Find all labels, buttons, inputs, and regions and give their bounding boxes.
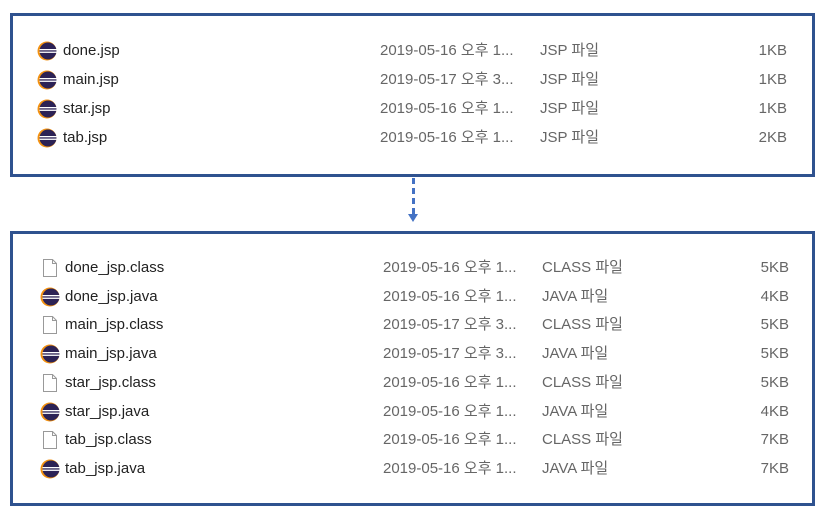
file-name: star_jsp.java <box>65 402 150 420</box>
file-date: 2019-05-16 오후 1... <box>383 373 517 391</box>
file-icon <box>40 315 60 335</box>
file-row[interactable]: star.jsp 2019-05-16 오후 1... JSP 파일 1KB <box>13 95 812 123</box>
file-date: 2019-05-16 오후 1... <box>380 129 514 146</box>
file-row[interactable]: tab_jsp.java 2019-05-16 오후 1... JAVA 파일 … <box>13 455 812 483</box>
file-date: 2019-05-17 오후 3... <box>383 345 517 363</box>
file-icon <box>40 373 60 393</box>
file-row[interactable]: star_jsp.class 2019-05-16 오후 1... CLASS … <box>13 369 812 397</box>
file-type: JAVA 파일 <box>542 287 609 305</box>
file-date: 2019-05-17 오후 3... <box>383 316 517 334</box>
eclipse-icon <box>40 459 60 479</box>
file-type: JSP 파일 <box>540 100 600 117</box>
file-date: 2019-05-17 오후 3... <box>380 71 514 88</box>
file-size: 5KB <box>760 316 789 334</box>
file-name: done.jsp <box>63 42 120 59</box>
eclipse-icon <box>40 287 60 307</box>
compiled-files-list: done_jsp.class 2019-05-16 오후 1... CLASS … <box>10 231 815 506</box>
eclipse-icon <box>37 99 57 119</box>
file-size: 7KB <box>760 431 789 449</box>
eclipse-icon <box>37 70 57 90</box>
arrow-line <box>412 178 415 214</box>
file-row[interactable]: main_jsp.class 2019-05-17 오후 3... CLASS … <box>13 311 812 339</box>
file-date: 2019-05-16 오후 1... <box>383 259 517 276</box>
file-date: 2019-05-16 오후 1... <box>383 287 517 305</box>
eclipse-icon <box>40 344 60 364</box>
file-type: JAVA 파일 <box>542 459 609 477</box>
file-row[interactable]: done_jsp.class 2019-05-16 오후 1... CLASS … <box>13 254 812 282</box>
file-date: 2019-05-16 오후 1... <box>383 402 517 420</box>
file-name: main.jsp <box>63 71 119 88</box>
file-name: star.jsp <box>63 100 111 117</box>
jsp-files-list: done.jsp 2019-05-16 오후 1... JSP 파일 1KB m… <box>10 13 815 177</box>
file-size: 1KB <box>758 100 787 117</box>
file-row[interactable]: star_jsp.java 2019-05-16 오후 1... JAVA 파일… <box>13 398 812 426</box>
file-type: JSP 파일 <box>540 71 600 88</box>
file-date: 2019-05-16 오후 1... <box>380 100 514 117</box>
file-size: 1KB <box>758 42 787 59</box>
file-size: 7KB <box>760 459 789 477</box>
file-size: 2KB <box>758 129 787 146</box>
file-name: tab_jsp.class <box>65 431 152 449</box>
file-size: 1KB <box>758 71 787 88</box>
file-date: 2019-05-16 오후 1... <box>380 42 514 59</box>
eclipse-icon <box>37 128 57 148</box>
file-type: CLASS 파일 <box>542 259 623 276</box>
file-icon <box>40 430 60 450</box>
file-type: JAVA 파일 <box>542 345 609 363</box>
arrow-down-icon <box>408 214 418 222</box>
file-size: 4KB <box>760 402 789 420</box>
file-type: CLASS 파일 <box>542 316 623 334</box>
file-name: star_jsp.class <box>65 373 156 391</box>
file-name: done_jsp.class <box>65 259 165 276</box>
file-name: done_jsp.java <box>65 287 158 305</box>
file-size: 4KB <box>760 287 789 305</box>
file-name: tab.jsp <box>63 129 108 146</box>
file-name: main_jsp.java <box>65 345 157 363</box>
file-row[interactable]: tab.jsp 2019-05-16 오후 1... JSP 파일 2KB <box>13 124 812 152</box>
file-row[interactable]: done_jsp.java 2019-05-16 오후 1... JAVA 파일… <box>13 283 812 311</box>
file-name: tab_jsp.java <box>65 459 146 477</box>
file-row[interactable]: tab_jsp.class 2019-05-16 오후 1... CLASS 파… <box>13 426 812 454</box>
file-type: JSP 파일 <box>540 129 600 146</box>
file-type: JAVA 파일 <box>542 402 609 420</box>
eclipse-icon <box>40 402 60 422</box>
file-row[interactable]: main.jsp 2019-05-17 오후 3... JSP 파일 1KB <box>13 66 812 94</box>
file-name: main_jsp.class <box>65 316 164 334</box>
file-size: 5KB <box>760 345 789 363</box>
eclipse-icon <box>37 41 57 61</box>
file-row[interactable]: main_jsp.java 2019-05-17 오후 3... JAVA 파일… <box>13 340 812 368</box>
file-date: 2019-05-16 오후 1... <box>383 459 517 477</box>
file-type: CLASS 파일 <box>542 373 623 391</box>
file-size: 5KB <box>760 373 789 391</box>
file-size: 5KB <box>760 259 789 276</box>
file-type: JSP 파일 <box>540 42 600 59</box>
file-icon <box>40 258 60 278</box>
file-row[interactable]: done.jsp 2019-05-16 오후 1... JSP 파일 1KB <box>13 37 812 65</box>
file-date: 2019-05-16 오후 1... <box>383 431 517 449</box>
file-type: CLASS 파일 <box>542 431 623 449</box>
